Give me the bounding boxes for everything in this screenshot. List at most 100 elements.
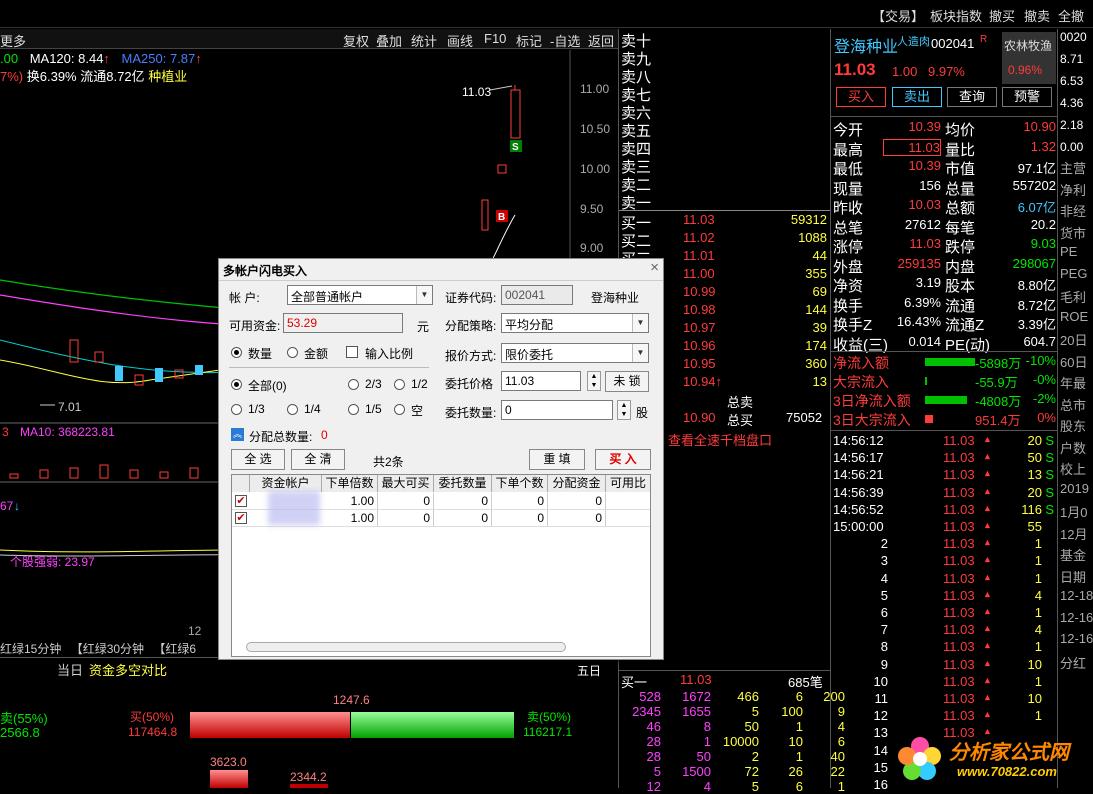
ratio-2-3-label: 2/3 bbox=[365, 377, 382, 391]
quote-value: 3.19 bbox=[915, 275, 941, 290]
adjust-button[interactable]: 复权 bbox=[343, 31, 369, 50]
more-button[interactable]: 更多 bbox=[0, 31, 26, 50]
up-arrow-icon: ▼ bbox=[983, 469, 992, 480]
col-max-buy[interactable]: 最大可买 bbox=[378, 475, 434, 492]
buy-level-vol: 174 bbox=[805, 338, 827, 353]
ratio-1-3-radio[interactable] bbox=[231, 404, 242, 415]
overlay-button[interactable]: 叠加 bbox=[376, 31, 402, 50]
queue-cell: 10000 bbox=[722, 734, 759, 749]
back-button[interactable]: 返回 bbox=[588, 31, 614, 50]
tick-vol: 4 bbox=[1034, 622, 1042, 638]
price-type-select[interactable]: 限价委托 ▼ bbox=[501, 343, 649, 363]
ratio-1-5-radio[interactable] bbox=[348, 404, 359, 415]
queue-cell: 5 bbox=[653, 764, 661, 779]
alloc-value: 0 bbox=[321, 428, 328, 442]
ratio-empty-radio[interactable] bbox=[394, 404, 405, 415]
query-button[interactable]: 查询 bbox=[947, 87, 997, 107]
cancel-buy-button[interactable]: 撤买 bbox=[989, 6, 1015, 25]
close-icon[interactable]: × bbox=[650, 259, 659, 276]
code-input[interactable]: 002041 bbox=[501, 285, 573, 305]
buy-submit-button[interactable]: 买 入 bbox=[595, 449, 651, 470]
tick-flag: S bbox=[1045, 467, 1054, 483]
cancel-all-button[interactable]: 全撤 bbox=[1058, 6, 1084, 25]
ratio-2-3-radio[interactable] bbox=[348, 379, 359, 390]
buy-button[interactable]: 买入 bbox=[836, 87, 886, 107]
up-arrow-icon: ▼ bbox=[983, 641, 992, 652]
ratio-1-2-radio[interactable] bbox=[394, 379, 405, 390]
price-spinner[interactable]: ▲ ▼ bbox=[587, 371, 601, 391]
far-right-item: 净利 bbox=[1060, 182, 1087, 198]
f10-button[interactable]: F10 bbox=[484, 31, 506, 46]
grid-cell: 1.00 bbox=[322, 493, 378, 509]
queue-cell: 12 bbox=[646, 779, 661, 794]
mode-amount-radio[interactable] bbox=[287, 347, 298, 358]
col-avail-ratio[interactable]: 可用比 bbox=[606, 475, 650, 492]
up-arrow-icon: ▼ bbox=[983, 486, 992, 497]
sell-button[interactable]: 卖出 bbox=[892, 87, 942, 107]
mode-qty-radio[interactable] bbox=[231, 347, 242, 358]
flow-pct: -0% bbox=[1032, 372, 1056, 387]
input-ratio-checkbox[interactable] bbox=[346, 346, 358, 358]
tab-30min[interactable]: 【红绿30分钟 bbox=[71, 642, 144, 656]
horizontal-scrollbar[interactable] bbox=[246, 642, 566, 652]
price-input[interactable]: 11.03 bbox=[501, 371, 581, 391]
sector-index-button[interactable]: 板块指数 bbox=[930, 6, 982, 25]
col-multiplier[interactable]: 下单倍数 bbox=[322, 475, 378, 492]
tab-60min[interactable]: 【红绿6 bbox=[153, 642, 196, 656]
lock-button[interactable]: 未 锁 bbox=[605, 371, 649, 392]
far-right-item: 主营 bbox=[1060, 161, 1087, 176]
quote-value: 16.43% bbox=[896, 314, 941, 329]
col-order-count[interactable]: 下单个数 bbox=[492, 475, 548, 492]
ratio-1-4-radio[interactable] bbox=[287, 404, 298, 415]
dialog-titlebar[interactable]: 多帐户闪电买入 × bbox=[219, 259, 663, 281]
draw-button[interactable]: 画线 bbox=[447, 31, 473, 50]
qty-input[interactable]: 0 bbox=[501, 400, 613, 420]
select-all-button[interactable]: 全 选 bbox=[231, 449, 285, 470]
flow-tab-today[interactable]: 当日 bbox=[57, 660, 83, 679]
col-account[interactable]: 资金帐户 bbox=[250, 475, 322, 492]
row-checkbox[interactable]: ✔ bbox=[235, 495, 247, 507]
tick-flag: S bbox=[1045, 450, 1054, 466]
col-order-qty[interactable]: 委托数量 bbox=[434, 475, 492, 492]
strategy-select[interactable]: 平均分配 ▼ bbox=[501, 313, 649, 333]
flow-left-val: 2566.8 bbox=[0, 725, 40, 740]
watchlist-button[interactable]: -自选 bbox=[550, 31, 580, 50]
low-label: 7.01 bbox=[58, 400, 82, 414]
buy-level-price: 10.95 bbox=[683, 356, 716, 371]
buy-level-vol: 69 bbox=[812, 284, 827, 299]
flow-bar bbox=[925, 377, 927, 385]
alert-button[interactable]: 预警 bbox=[1002, 87, 1052, 107]
clear-all-button[interactable]: 全 清 bbox=[291, 449, 345, 470]
quote-label: 换手 bbox=[833, 297, 864, 315]
candle bbox=[155, 368, 163, 382]
expand-icon[interactable]: ︽ bbox=[231, 428, 244, 441]
qty-spinner[interactable]: ▲ ▼ bbox=[617, 400, 631, 420]
tick-time: 16 bbox=[873, 777, 888, 792]
far-right-item: 1月0 bbox=[1060, 505, 1088, 520]
flow-tab-5day[interactable]: 五日 bbox=[577, 662, 601, 679]
stats-button[interactable]: 统计 bbox=[411, 31, 437, 50]
col-alloc-cash[interactable]: 分配资金 bbox=[548, 475, 606, 492]
row-checkbox[interactable]: ✔ bbox=[235, 512, 247, 524]
queue-cell: 6 bbox=[795, 779, 803, 794]
account-select[interactable]: 全部普通帐户 ▼ bbox=[287, 285, 433, 305]
trade-menu[interactable]: 【交易】 bbox=[872, 6, 924, 25]
queue-cell: 10 bbox=[788, 734, 803, 749]
refill-button[interactable]: 重 填 bbox=[529, 449, 585, 470]
far-right-item: PE bbox=[1060, 244, 1078, 259]
grid-header: 资金帐户 下单倍数 最大可买 委托数量 下单个数 分配资金 可用比 bbox=[232, 475, 650, 492]
quote-value: 8.72亿 bbox=[1017, 297, 1056, 313]
tick-time: 4 bbox=[880, 570, 888, 586]
chevron-down-icon: ▼ bbox=[416, 286, 432, 304]
mark-button[interactable]: 标记 bbox=[516, 31, 542, 50]
ratio-all-radio[interactable] bbox=[231, 379, 242, 390]
tab-15min[interactable]: 红绿15分钟 bbox=[0, 642, 61, 656]
far-right-item: 12月 bbox=[1060, 526, 1088, 542]
quote-value: 11.03 bbox=[909, 236, 941, 251]
cancel-sell-button[interactable]: 撤卖 bbox=[1024, 6, 1050, 25]
quote-label: 每笔 bbox=[945, 219, 976, 237]
full-depth-link[interactable]: 查看全速千档盘口 bbox=[668, 430, 772, 449]
far-right-item: 毛利 bbox=[1060, 290, 1087, 305]
sector-box[interactable]: 农林牧渔 0.96% bbox=[1002, 32, 1056, 84]
flow-tab-title[interactable]: 资金多空对比 bbox=[89, 660, 167, 679]
